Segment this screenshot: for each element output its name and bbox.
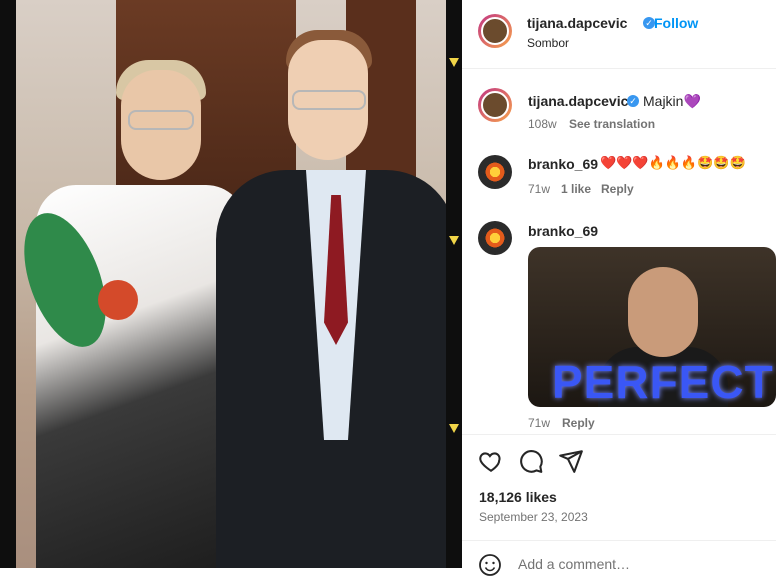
- post-date: September 23, 2023: [479, 510, 588, 524]
- film-arrow-icon: [449, 424, 459, 433]
- comment-username[interactable]: branko_69: [528, 223, 598, 239]
- see-translation-button[interactable]: See translation: [569, 117, 655, 131]
- add-comment-bar: Add a comment…: [462, 540, 776, 576]
- gif-caption: PERFECT: [552, 356, 774, 407]
- film-strip-right: [446, 0, 462, 568]
- caption-age: 108w: [528, 117, 557, 131]
- woman-figure: [8, 60, 246, 568]
- comment-avatar[interactable]: [478, 221, 512, 255]
- post-location[interactable]: Sombor: [527, 36, 569, 50]
- comment-avatar[interactable]: [478, 155, 512, 189]
- follow-button[interactable]: Follow: [654, 15, 698, 31]
- comment-reply-button[interactable]: Reply: [562, 416, 595, 430]
- dress-flower-pattern: [98, 280, 138, 320]
- emoji-icon[interactable]: [478, 553, 502, 577]
- post-photo[interactable]: [0, 0, 462, 568]
- comment-icon[interactable]: [518, 448, 544, 474]
- post-side-panel: tijana.dapcevic ✓ Follow Sombor tijana.d…: [462, 0, 776, 576]
- film-strip-left: [0, 0, 16, 568]
- comment-gif[interactable]: PERFECT: [528, 247, 776, 407]
- author-username[interactable]: tijana.dapcevic: [527, 15, 627, 31]
- comment-reply-button[interactable]: Reply: [601, 182, 634, 196]
- comment-like-count[interactable]: 1 like: [561, 182, 591, 196]
- actions-divider: [462, 434, 776, 435]
- film-arrow-icon: [449, 58, 459, 67]
- woman-glasses: [128, 110, 194, 130]
- film-arrow-icon: [449, 236, 459, 245]
- comment-age: 71w: [528, 416, 551, 430]
- man-figure: [216, 20, 456, 568]
- verified-icon: ✓: [627, 95, 639, 107]
- photo-scene: [8, 0, 456, 568]
- comment-age: 71w: [528, 182, 551, 196]
- gif-person-face: [628, 267, 698, 357]
- likes-count[interactable]: 18,126 likes: [479, 489, 557, 505]
- caption-text: Majkin💜: [643, 93, 701, 109]
- heart-icon[interactable]: [478, 448, 504, 474]
- caption-avatar[interactable]: [478, 88, 512, 122]
- post-header: tijana.dapcevic ✓ Follow Sombor: [462, 0, 776, 69]
- caption-username[interactable]: tijana.dapcevic: [528, 93, 628, 109]
- author-avatar[interactable]: [478, 14, 512, 48]
- comment-username[interactable]: branko_69: [528, 156, 598, 172]
- comment-text: ❤️❤️❤️🔥🔥🔥🤩🤩🤩: [600, 155, 746, 170]
- add-comment-input[interactable]: Add a comment…: [518, 556, 630, 572]
- share-icon[interactable]: [558, 448, 584, 474]
- man-glasses: [292, 90, 366, 110]
